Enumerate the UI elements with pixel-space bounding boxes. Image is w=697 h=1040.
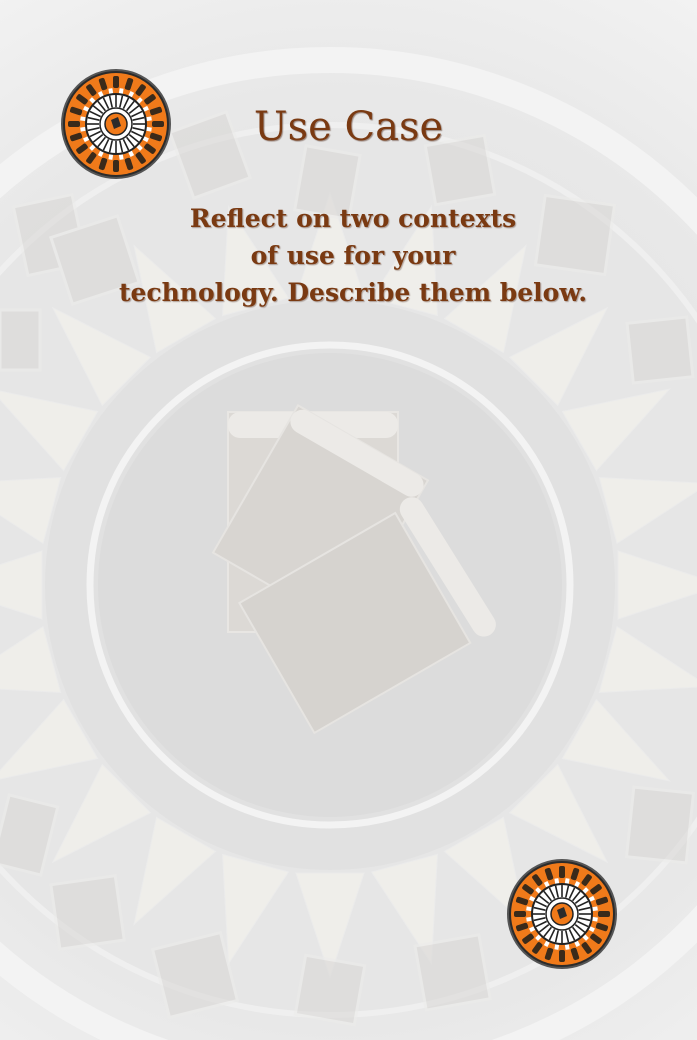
use-case-card: Use Case Reflect on two contexts of use … [0,0,697,1040]
book-medallion-icon [507,859,617,969]
description-line: of use for your [250,241,456,270]
description-line: technology. Describe them below. [118,278,588,307]
card-description: Reflect on two contexts of use for your … [98,200,608,311]
card-title: Use Case [253,104,444,150]
description-line: Reflect on two contexts [189,204,517,233]
